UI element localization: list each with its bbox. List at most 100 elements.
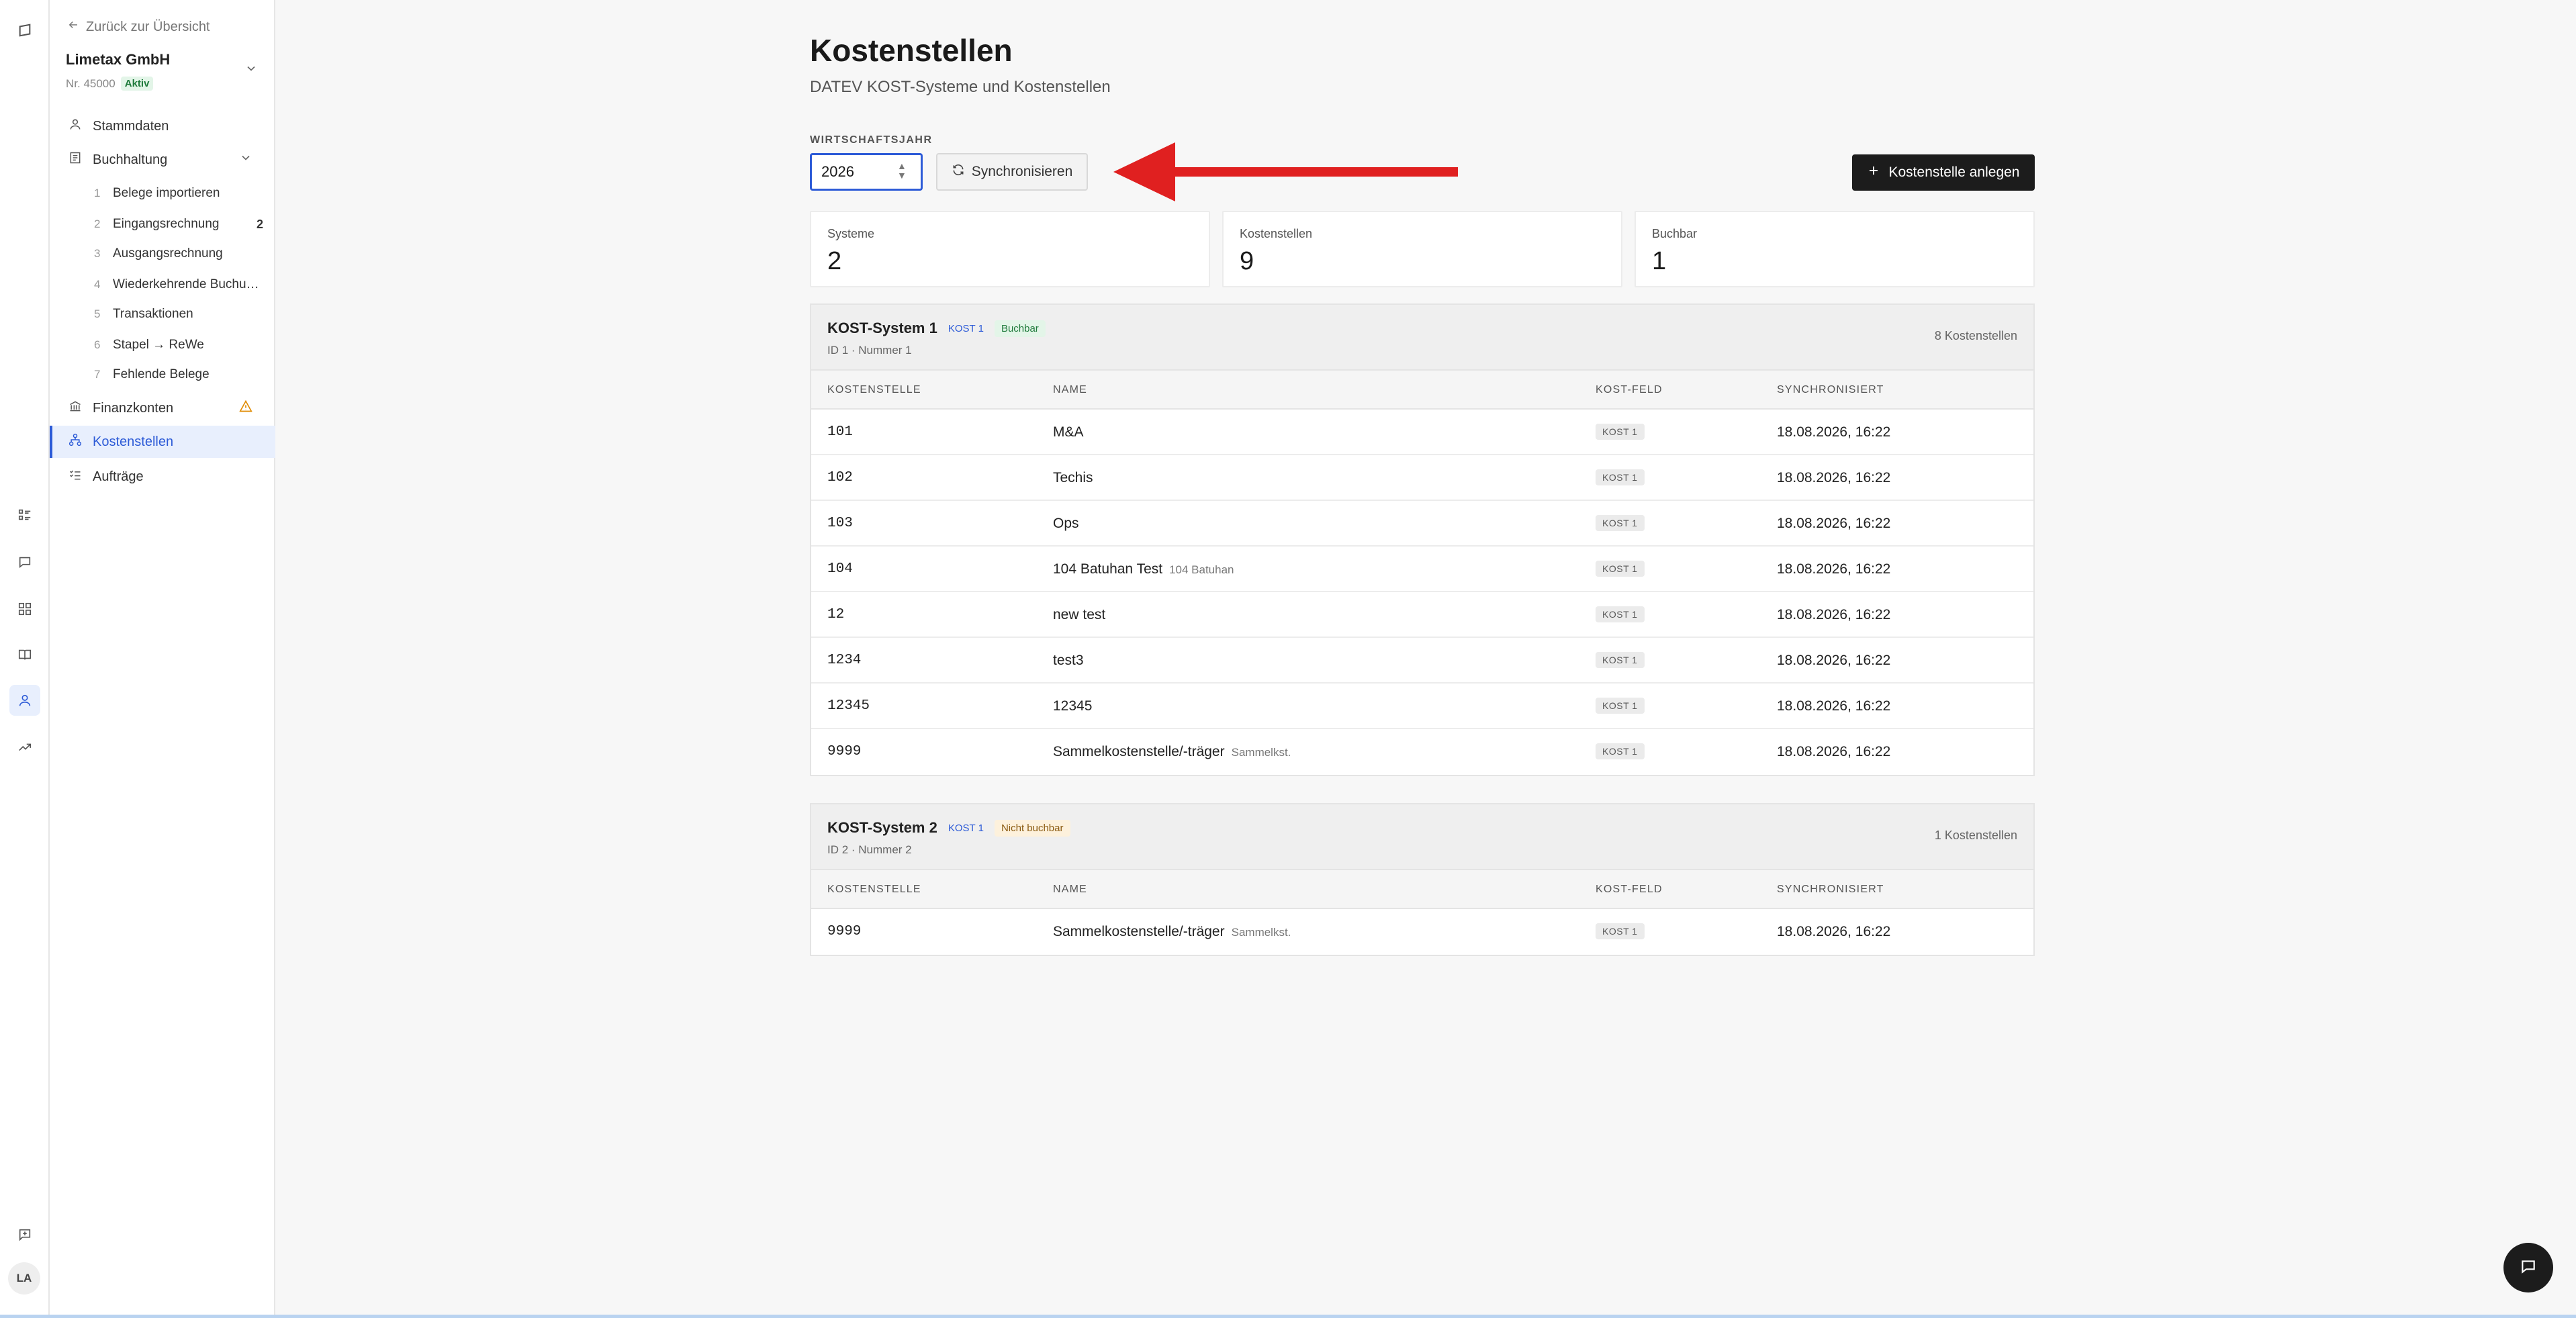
stat-label: Buchbar (1652, 227, 1698, 240)
kost-feld-cell: KOST 1 (1596, 652, 1645, 669)
kost-system-title: KOST-System 1 (827, 320, 937, 336)
stat-card-kostenstellen: Kostenstellen 9 (1222, 211, 1622, 287)
company-name[interactable]: Limetax GmbH (66, 51, 170, 68)
kostenstelle-short-name: 104 Batuhan (1169, 563, 1234, 576)
column-header: NAME (1053, 884, 1088, 895)
user-icon[interactable] (9, 685, 40, 716)
trending-icon[interactable] (9, 732, 40, 763)
kostenstelle-code: 9999 (827, 744, 862, 759)
kost-system-count: 8 Kostenstellen (1934, 329, 2017, 342)
user-icon (68, 117, 82, 135)
kostenstelle-name-cell: Ops (1053, 516, 1079, 532)
add-kostenstelle-button[interactable]: Kostenstelle anlegen (1852, 154, 2035, 191)
sidebar-item-stammdaten[interactable]: Stammdaten (50, 110, 275, 142)
column-header: KOSTENSTELLE (827, 384, 921, 395)
kost-system-card: KOST-System 2 KOST 1 Nicht buchbar ID 2 … (810, 803, 2035, 956)
back-link-label: Zurück zur Übersicht (86, 19, 210, 34)
table-row[interactable]: 101 M&A KOST 1 18.08.2026, 16:22 (811, 410, 2033, 455)
sidebar-subitem-belege-importieren[interactable]: 1 Belege importieren (50, 179, 275, 208)
sidebar-subitem-label: Eingangsrechnung (113, 217, 220, 231)
chat-icon[interactable] (9, 547, 40, 577)
sidebar-subitem-stapel-rewe[interactable]: 6 Stapel → ReWe (50, 330, 275, 360)
kostenstelle-name-cell: Techis (1053, 470, 1093, 486)
page-title: Kostenstellen (810, 33, 1013, 68)
sidebar-subitem-label: Belege importieren (113, 186, 220, 200)
sidebar: Zurück zur Übersicht Limetax GmbH Nr. 45… (50, 0, 275, 1315)
checklist-icon (68, 468, 82, 485)
feedback-icon[interactable] (9, 1219, 40, 1250)
company-meta: Nr. 45000 Aktiv (66, 77, 154, 91)
kost-feld-cell: KOST 1 (1596, 469, 1645, 487)
sidebar-subitem-label: Transaktionen (113, 307, 193, 321)
stat-value: 1 (1652, 247, 1667, 275)
chevron-down-icon[interactable] (244, 62, 258, 79)
refresh-icon (952, 163, 965, 181)
kostenstelle-name: new test (1053, 607, 1106, 622)
sidebar-subitem-fehlende-belege[interactable]: 7 Fehlende Belege (50, 360, 275, 389)
kostenstelle-name-cell: test3 (1053, 653, 1084, 669)
table-row[interactable]: 103 Ops KOST 1 18.08.2026, 16:22 (811, 501, 2033, 547)
count-badge: 2 (256, 217, 263, 231)
sidebar-item-finanzkonten[interactable]: Finanzkonten (50, 392, 275, 424)
kost-tag: KOST 1 (948, 822, 984, 834)
kostenstelle-short-name: Sammelkst. (1231, 926, 1291, 939)
sync-timestamp: 18.08.2026, 16:22 (1777, 561, 1891, 577)
book-icon[interactable] (9, 639, 40, 670)
sync-timestamp: 18.08.2026, 16:22 (1777, 470, 1891, 485)
sync-button[interactable]: Synchronisieren (936, 153, 1088, 191)
stat-label: Kostenstellen (1240, 227, 1313, 240)
sidebar-subitem-transaktionen[interactable]: 5 Transaktionen (50, 299, 275, 329)
kostenstelle-code: 103 (827, 516, 853, 531)
table-row[interactable]: 104 104 Batuhan Test 104 Batuhan KOST 1 18.0… (811, 547, 2033, 592)
sidebar-item-label: Finanzkonten (93, 400, 174, 416)
chevron-down-icon (239, 151, 252, 169)
sidebar-item-kostenstellen[interactable]: Kostenstellen (50, 426, 275, 458)
table-row[interactable]: 9999 Sammelkostenstelle/-träger Sammelkst.… (811, 909, 2033, 955)
kost-feld-cell: KOST 1 (1596, 561, 1645, 578)
table-row[interactable]: 9999 Sammelkostenstelle/-träger Sammelkst.… (811, 729, 2033, 775)
kost-feld-cell: KOST 1 (1596, 606, 1645, 624)
bank-icon (68, 399, 82, 417)
app-logo-icon[interactable] (9, 15, 40, 46)
kost-system-meta: ID 1 · Nummer 1 (827, 344, 912, 357)
kost-feld-cell: KOST 1 (1596, 698, 1645, 715)
sidebar-item-buchhaltung[interactable]: Buchhaltung (50, 144, 275, 176)
avatar[interactable]: LA (8, 1262, 40, 1295)
chat-button[interactable] (2503, 1243, 2553, 1292)
sync-timestamp: 18.08.2026, 16:22 (1777, 424, 1891, 440)
ledger-icon (68, 151, 82, 169)
stat-card-systeme: Systeme 2 (810, 211, 1210, 287)
kostenstelle-name: Ops (1053, 516, 1079, 531)
sidebar-subitem-eingangsrechnung[interactable]: 2 Eingangsrechnung 2 (50, 209, 275, 239)
kostenstelle-code: 102 (827, 470, 853, 485)
back-link[interactable]: Zurück zur Übersicht (67, 19, 210, 35)
grid-list-icon[interactable] (9, 500, 40, 530)
sidebar-subitem-label: Stapel → ReWe (113, 338, 204, 352)
kost-feld-pill: KOST 1 (1596, 561, 1645, 577)
page-subtitle: DATEV KOST-Systeme und Kostenstellen (810, 78, 1111, 96)
stat-label: Systeme (827, 227, 875, 240)
table-body: 9999 Sammelkostenstelle/-träger Sammelkst.… (811, 909, 2033, 955)
kost-feld-cell: KOST 1 (1596, 515, 1645, 532)
kost-feld-cell: KOST 1 (1596, 923, 1645, 941)
apps-icon[interactable] (9, 594, 40, 624)
sync-timestamp: 18.08.2026, 16:22 (1777, 924, 1891, 939)
kost-feld-pill: KOST 1 (1596, 743, 1645, 759)
kostenstelle-name-cell: Sammelkostenstelle/-träger Sammelkst. (1053, 924, 1291, 940)
step-number: 7 (94, 368, 101, 381)
sidebar-subitem-wiederkehrende-buchungen[interactable]: 4 Wiederkehrende Buchungen (50, 270, 275, 299)
warning-icon (239, 399, 252, 417)
table-row[interactable]: 12345 12345 KOST 1 18.08.2026, 16:22 (811, 684, 2033, 729)
sidebar-item-auftraege[interactable]: Aufträge (50, 461, 275, 493)
table-row[interactable]: 1234 test3 KOST 1 18.08.2026, 16:22 (811, 638, 2033, 684)
table-row[interactable]: 12 new test KOST 1 18.08.2026, 16:22 (811, 592, 2033, 638)
stepper-icon[interactable]: ▲ ▼ (897, 161, 907, 180)
sidebar-item-label: Buchhaltung (93, 152, 168, 167)
kost-system-count: 1 Kostenstellen (1934, 829, 2017, 842)
step-number: 4 (94, 278, 101, 291)
column-header: NAME (1053, 384, 1088, 395)
sidebar-subitem-ausgangsrechnung[interactable]: 3 Ausgangsrechnung (50, 239, 275, 269)
kost-feld-pill: KOST 1 (1596, 469, 1645, 485)
column-header: KOST-FELD (1596, 384, 1663, 395)
table-row[interactable]: 102 Techis KOST 1 18.08.2026, 16:22 (811, 455, 2033, 501)
